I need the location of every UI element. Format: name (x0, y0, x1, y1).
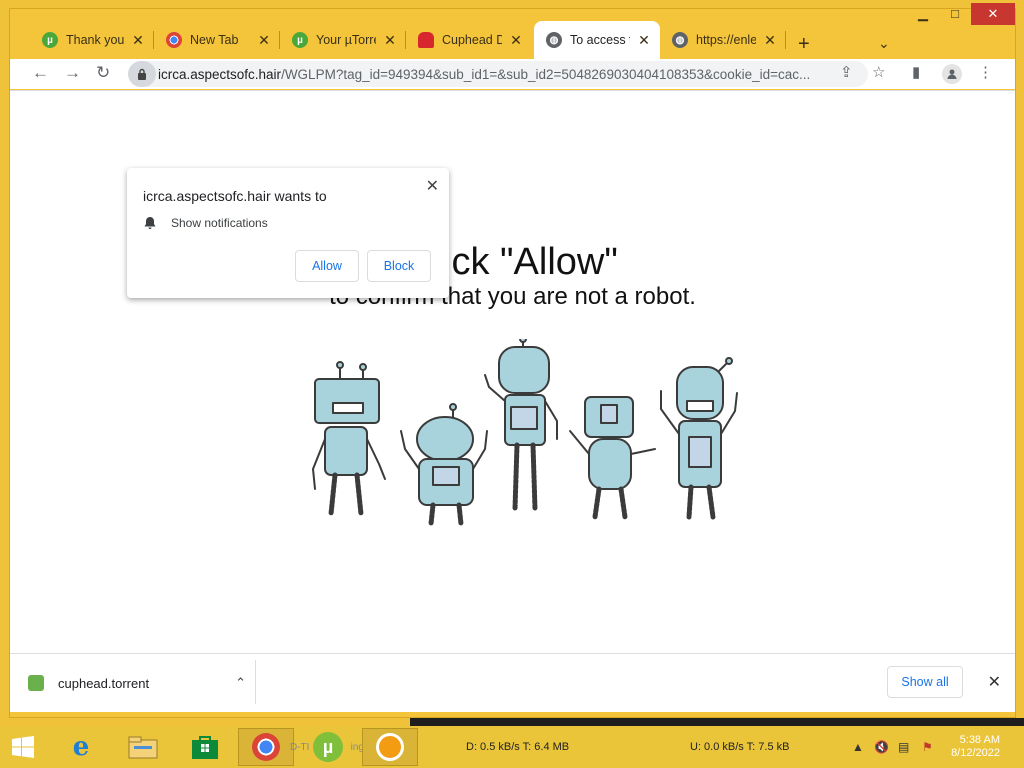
lock-icon[interactable] (128, 61, 156, 87)
globe-icon: ◍ (672, 32, 688, 48)
permission-label: Show notifications (171, 216, 268, 230)
notification-permission-popup: icrca.aspectsofc.hair wants to ✕ Show no… (127, 168, 449, 298)
popup-title: icrca.aspectsofc.hair wants to (143, 188, 327, 204)
download-shelf: cuphead.torrent ⌃ Show all ✕ (10, 653, 1015, 712)
clock[interactable]: 5:38 AM 8/12/2022 (951, 734, 1000, 760)
tab-thank-you[interactable]: µ Thank you f ✕ (30, 21, 154, 59)
show-all-button[interactable]: Show all (887, 666, 963, 698)
store-icon[interactable] (184, 728, 226, 766)
windows-logo-icon (12, 736, 34, 758)
url-path: /WGLPM?tag_id=949394&sub_id1=&sub_id2=50… (281, 66, 811, 82)
start-button[interactable] (6, 728, 40, 766)
utorrent-taskbar-button[interactable]: D-TI µ ing (290, 728, 364, 766)
tab-label: To access t (570, 33, 630, 47)
robots-illustration (312, 339, 738, 527)
forward-arrow-icon[interactable]: → (64, 63, 81, 83)
chevron-down-icon[interactable]: ⌄ (878, 35, 890, 52)
reload-icon[interactable]: ↻ (96, 63, 110, 83)
tab-new-tab[interactable]: New Tab ✕ (154, 21, 280, 59)
chrome-taskbar-button[interactable] (238, 728, 294, 766)
globe-icon: ◍ (546, 32, 562, 48)
ie-icon[interactable]: e (60, 728, 102, 766)
download-speed: D: 0.5 kB/s T: 6.4 MB (466, 741, 570, 753)
tab-label: https://enle (696, 33, 756, 47)
tab-label: New Tab (190, 33, 239, 47)
utorrent-icon: µ (42, 32, 58, 48)
block-button[interactable]: Block (367, 250, 431, 282)
clock-date: 8/12/2022 (951, 747, 1000, 759)
chrome-icon (166, 32, 182, 48)
tab-your-utorrent[interactable]: µ Your µTorre ✕ (280, 21, 406, 59)
tab-cuphead[interactable]: Cuphead D ✕ (406, 21, 532, 59)
tab-label: Thank you f (66, 33, 124, 47)
tab-to-access[interactable]: ◍ To access t ✕ (534, 21, 660, 59)
back-arrow-icon[interactable]: ← (32, 63, 49, 83)
url-text[interactable]: icrca.aspectsofc.hair/WGLPM?tag_id=94939… (158, 67, 828, 82)
network-icon[interactable]: ▤ (898, 740, 909, 754)
profile-icon (942, 64, 962, 84)
close-icon[interactable]: ✕ (988, 672, 1001, 692)
close-icon[interactable]: ✕ (426, 176, 439, 196)
chevron-up-icon[interactable]: ⌃ (235, 675, 246, 691)
taskbar: e D-TI µ ing D: 0.5 kB/s T: 6.4 MB U: 0.… (0, 726, 1024, 768)
bell-icon (144, 217, 156, 229)
ghost-icon (418, 32, 434, 48)
side-panel-icon[interactable]: ▮ (912, 63, 920, 81)
utorrent-icon: µ (313, 732, 343, 762)
permission-row: Show notifications (143, 216, 268, 230)
browser-window: ▁ □ ✕ µ Thank you f ✕ New Tab ✕ µ Your µ… (9, 3, 1016, 718)
download-item[interactable]: cuphead.torrent ⌃ (28, 668, 246, 698)
chevron-up-icon[interactable]: ▲ (852, 740, 864, 754)
address-bar[interactable]: icrca.aspectsofc.hair/WGLPM?tag_id=94939… (128, 61, 868, 87)
allow-button[interactable]: Allow (295, 250, 359, 282)
upload-speed: U: 0.0 kB/s T: 7.5 kB (690, 741, 790, 753)
app-taskbar-button[interactable] (362, 728, 418, 766)
taskbar-label: D-TI (290, 741, 310, 753)
utorrent-icon: µ (292, 32, 308, 48)
new-tab-button[interactable]: + (798, 33, 810, 56)
star-icon[interactable]: ☆ (872, 63, 885, 81)
clock-time: 5:38 AM (959, 734, 1000, 746)
close-icon[interactable]: ✕ (382, 32, 398, 49)
browser-app-icon (376, 733, 404, 761)
close-icon[interactable]: ✕ (508, 32, 524, 49)
action-center-icon[interactable]: ⚑ (922, 740, 933, 754)
torrent-file-icon (28, 675, 44, 691)
tab-label: Your µTorre (316, 33, 376, 47)
url-host: icrca.aspectsofc.hair (158, 66, 282, 82)
close-icon[interactable]: ✕ (130, 32, 146, 49)
close-icon[interactable]: ✕ (762, 32, 778, 49)
close-icon[interactable]: ✕ (636, 32, 652, 49)
page-content: Click "Allow" to confirm that you are no… (10, 90, 1015, 653)
close-icon[interactable]: ✕ (256, 32, 272, 49)
profile-button[interactable] (942, 64, 962, 84)
tab-https-enle[interactable]: ◍ https://enle ✕ (660, 21, 786, 59)
tab-label: Cuphead D (442, 33, 502, 47)
chrome-icon (252, 733, 280, 761)
menu-dots-icon[interactable]: ⋮ (978, 63, 993, 81)
file-explorer-icon[interactable] (122, 728, 164, 766)
share-icon[interactable]: ⇪ (840, 63, 853, 81)
toolbar: ← → ↻ icrca.aspectsofc.hair/WGLPM?tag_id… (10, 59, 1015, 89)
divider (255, 660, 256, 704)
download-filename: cuphead.torrent (58, 675, 150, 691)
volume-muted-icon[interactable]: 🔇 (874, 740, 889, 754)
tab-strip: µ Thank you f ✕ New Tab ✕ µ Your µTorre … (10, 19, 1015, 59)
